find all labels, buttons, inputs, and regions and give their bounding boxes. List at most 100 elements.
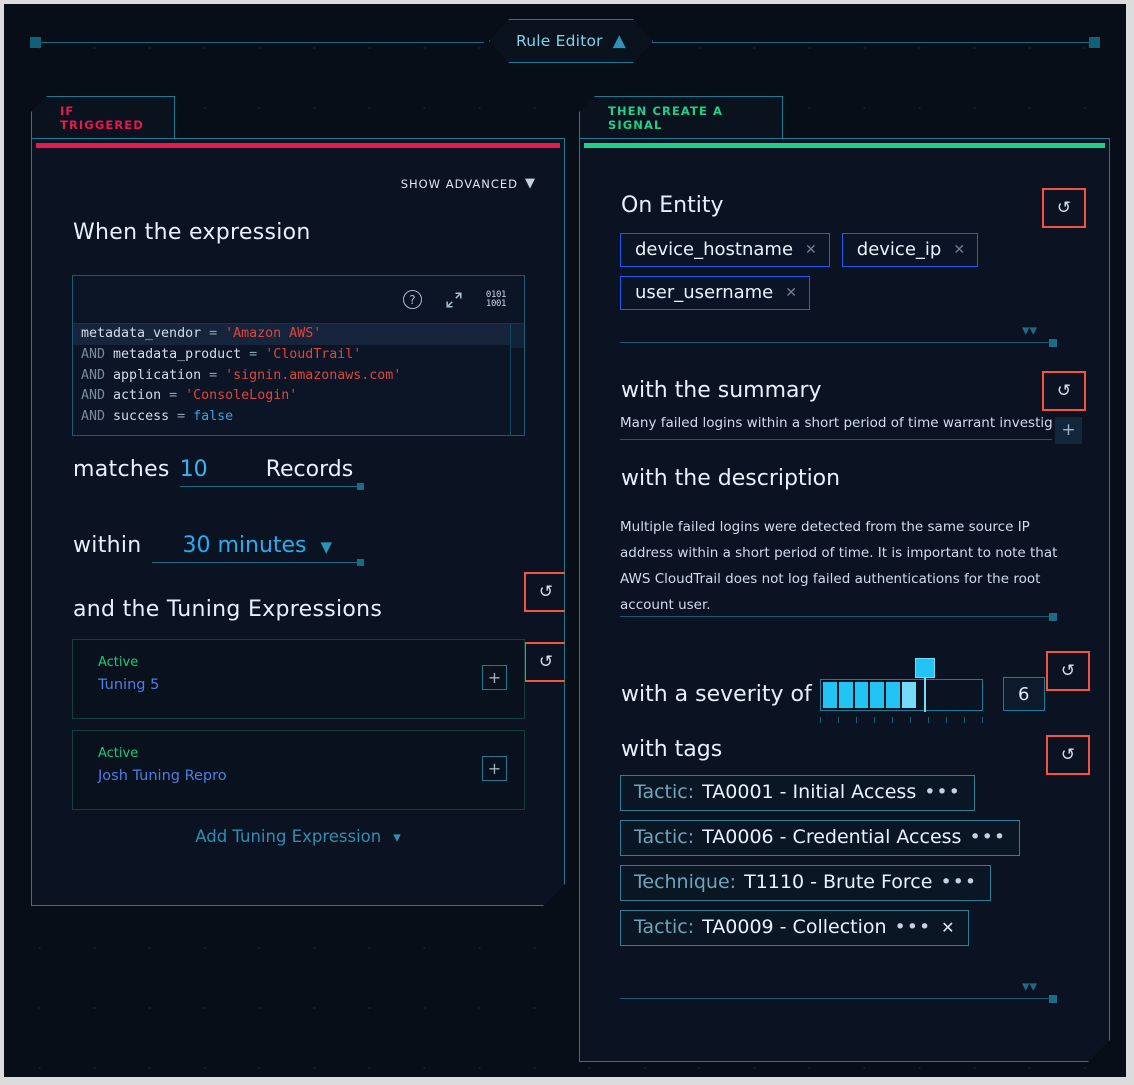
expand-icon[interactable] [445,291,463,309]
tag-prefix: Tactic: [634,781,694,803]
severity-tick [874,717,875,723]
code-line[interactable]: AND success = false [73,407,524,428]
reset-summary-button[interactable]: ↺ [1042,371,1086,411]
matches-row: matches 10 Records [73,457,363,487]
severity-segment[interactable] [855,682,869,708]
plus-icon[interactable]: + [482,756,507,781]
plus-icon[interactable]: + [482,665,507,690]
matches-label: matches [73,457,170,482]
severity-segment[interactable] [839,682,853,708]
undo-icon: ↺ [1057,381,1071,401]
severity-tick [946,717,947,723]
severity-handle-stem [924,678,926,712]
within-value[interactable]: 30 minutes [182,533,306,558]
severity-segment[interactable] [950,682,964,708]
code-line[interactable]: AND application = 'signin.amazonaws.com' [73,366,524,387]
add-tuning-expression-button[interactable]: Add Tuning Expression ▾ [32,827,564,846]
matches-field[interactable]: 10 Records [180,457,363,487]
expression-code-editor[interactable]: ? 0101 1001 metadata_vendor = 'Amazon AW… [72,275,525,436]
tag-prefix: Tactic: [634,826,694,848]
tuning-status: Active [98,746,138,761]
binary-icon[interactable]: 0101 1001 [486,291,506,309]
tab-then-create-signal[interactable]: THEN CREATE A SIGNAL [579,96,783,138]
tab-if-triggered[interactable]: IF TRIGGERED [31,96,175,138]
severity-handle[interactable] [915,658,935,678]
undo-icon: ↺ [539,652,553,672]
reset-tags-button[interactable]: ↺ [1046,735,1090,775]
more-options-icon[interactable]: ••• [969,826,1006,848]
severity-segment[interactable] [934,682,948,708]
severity-segment[interactable] [886,682,900,708]
tuning-expression-card[interactable]: Active Josh Tuning Repro + [72,730,525,810]
tag-chip[interactable]: Tactic:TA0009 - Collection•••✕ [620,910,969,946]
show-advanced-toggle[interactable]: SHOW ADVANCED ▼ [401,176,536,191]
panel-accent-green [584,143,1105,148]
more-options-icon[interactable]: ••• [924,781,961,803]
summary-field[interactable]: Many failed logins within a short period… [620,415,1052,440]
reset-within-button[interactable]: ↺ [524,642,568,682]
code-scrollbar[interactable] [510,324,524,436]
severity-tick [820,717,821,723]
chevron-down-icon[interactable]: ▼ [321,538,333,556]
severity-value[interactable]: 6 [1003,677,1045,711]
severity-slider[interactable] [820,674,983,714]
tag-chip[interactable]: Tactic:TA0006 - Credential Access••• [620,820,1020,856]
chevron-double-down-icon: ▾ [393,828,401,846]
tag-prefix: Technique: [634,871,736,893]
tuning-name[interactable]: Tuning 5 [98,677,159,693]
tags-title: with tags [621,737,722,762]
tuning-name[interactable]: Josh Tuning Repro [98,768,227,784]
code-line[interactable]: AND metadata_product = 'CloudTrail' [73,345,524,366]
severity-label: with a severity of [621,682,812,707]
help-icon[interactable]: ? [403,290,422,309]
within-field[interactable]: 30 minutes ▼ [152,533,363,563]
plus-icon[interactable]: + [1055,417,1082,444]
then-create-signal-panel: On Entity ↺ device_hostname✕device_ip✕us… [579,138,1110,1062]
matches-value[interactable]: 10 [180,457,208,482]
entity-chip[interactable]: user_username✕ [620,276,810,310]
severity-segment[interactable] [870,682,884,708]
tuning-expression-card[interactable]: Active Tuning 5 + [72,639,525,719]
reset-severity-button[interactable]: ↺ [1046,651,1090,691]
when-expression-title: When the expression [73,220,311,245]
rule-editor-title-badge[interactable]: Rule Editor ▲ [489,19,653,63]
code-line[interactable]: AND action = 'ConsoleLogin' [73,386,524,407]
tuning-status: Active [98,655,138,670]
close-icon[interactable]: ✕ [953,242,965,258]
severity-track[interactable] [820,679,983,711]
tag-list: Tactic:TA0001 - Initial Access•••Tactic:… [620,775,1060,946]
severity-segment[interactable] [966,682,980,708]
undo-icon: ↺ [1057,198,1071,218]
entity-section-divider [620,342,1052,343]
entity-chip-label: device_hostname [635,239,793,260]
entity-chip[interactable]: device_ip✕ [842,233,978,267]
entity-chip[interactable]: device_hostname ✕ [620,233,830,267]
reset-matches-button[interactable]: ↺ [524,572,568,612]
severity-segment[interactable] [823,682,837,708]
tags-section-divider [620,998,1052,999]
severity-tick [928,717,929,723]
severity-segment[interactable] [902,682,916,708]
chevron-up-icon[interactable]: ▲ [613,33,626,50]
chevron-double-down-icon[interactable]: ▾▾ [1022,321,1037,339]
close-icon[interactable]: ✕ [941,918,954,937]
summary-text[interactable]: Many failed logins within a short period… [620,415,1052,439]
more-options-icon[interactable]: ••• [940,871,977,893]
add-tuning-label: Add Tuning Expression [195,827,381,846]
severity-ticks [820,717,983,723]
description-text[interactable]: Multiple failed logins were detected fro… [620,514,1068,618]
more-options-icon[interactable]: ••• [895,916,932,938]
close-icon[interactable]: ✕ [805,242,817,258]
code-line[interactable]: metadata_vendor = 'Amazon AWS' [73,324,524,345]
close-icon[interactable]: ✕ [785,285,797,301]
tag-chip[interactable]: Tactic:TA0001 - Initial Access••• [620,775,975,811]
code-scroll-thumb[interactable] [511,324,524,348]
chevron-double-down-icon[interactable]: ▾▾ [1022,977,1037,995]
connector-rail-left [34,42,484,43]
tuning-expressions-title: and the Tuning Expressions [73,597,382,622]
code-body[interactable]: metadata_vendor = 'Amazon AWS'AND metada… [73,324,524,436]
reset-entity-button[interactable]: ↺ [1042,188,1086,228]
tag-chip[interactable]: Technique:T1110 - Brute Force••• [620,865,991,901]
chevron-down-icon: ▼ [525,176,536,191]
severity-row: with a severity of 6 [621,674,1045,714]
